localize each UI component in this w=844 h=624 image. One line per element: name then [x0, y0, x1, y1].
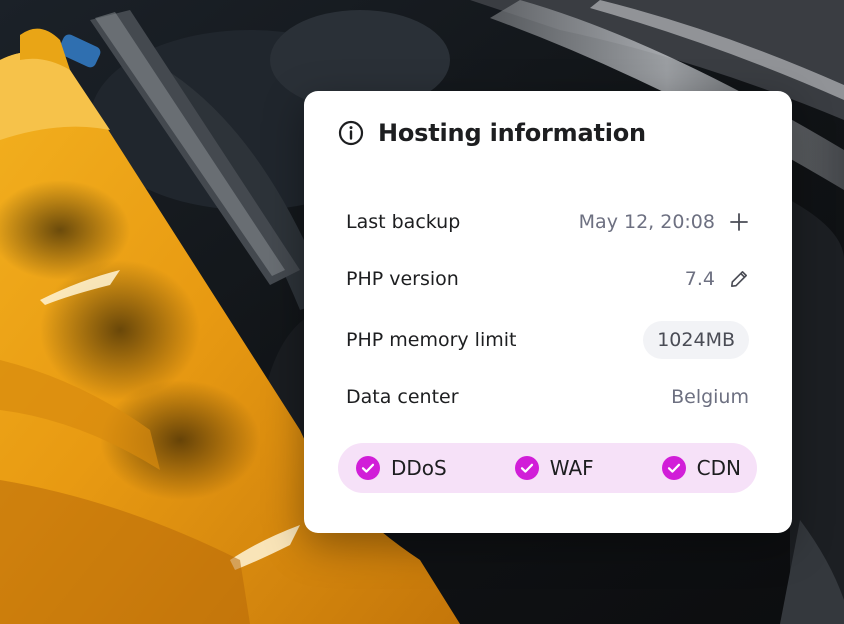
feature-ddos: DDoS	[356, 456, 447, 480]
feature-label-waf: WAF	[549, 456, 594, 480]
row-last-backup: Last backup May 12, 20:08	[346, 202, 749, 242]
hosting-info-scene: Hosting information Last backup May 12, …	[0, 0, 844, 624]
row-data-center: Data center Belgium	[346, 377, 749, 417]
check-circle-icon	[661, 456, 686, 480]
card-title: Hosting information	[378, 119, 646, 147]
row-right-php-memory-limit: 1024MB	[643, 321, 749, 359]
feature-cdn: CDN	[661, 456, 741, 480]
info-icon	[338, 120, 364, 146]
plus-icon[interactable]	[729, 212, 749, 232]
hosting-info-card: Hosting information Last backup May 12, …	[304, 91, 792, 533]
check-circle-icon	[356, 456, 380, 480]
feature-label-ddos: DDoS	[391, 456, 447, 480]
card-header: Hosting information	[338, 119, 646, 147]
row-php-version: PHP version 7.4	[346, 259, 749, 299]
feature-label-cdn: CDN	[696, 456, 741, 480]
pencil-icon[interactable]	[729, 269, 749, 289]
row-label-php-version: PHP version	[346, 268, 459, 290]
row-right-php-version: 7.4	[685, 268, 749, 290]
row-label-data-center: Data center	[346, 386, 459, 408]
row-php-memory-limit: PHP memory limit 1024MB	[346, 320, 749, 360]
last-backup-value: May 12, 20:08	[578, 211, 715, 233]
check-circle-icon	[514, 456, 539, 480]
row-label-php-memory-limit: PHP memory limit	[346, 329, 517, 351]
row-right-data-center: Belgium	[671, 386, 749, 408]
feature-waf: WAF	[514, 456, 594, 480]
row-label-last-backup: Last backup	[346, 211, 461, 233]
security-features-bar: DDoS WAF CDN	[338, 443, 757, 493]
row-right-last-backup: May 12, 20:08	[579, 211, 749, 233]
php-memory-limit-pill: 1024MB	[643, 321, 749, 359]
php-version-value: 7.4	[684, 268, 715, 290]
data-center-value: Belgium	[671, 386, 749, 408]
